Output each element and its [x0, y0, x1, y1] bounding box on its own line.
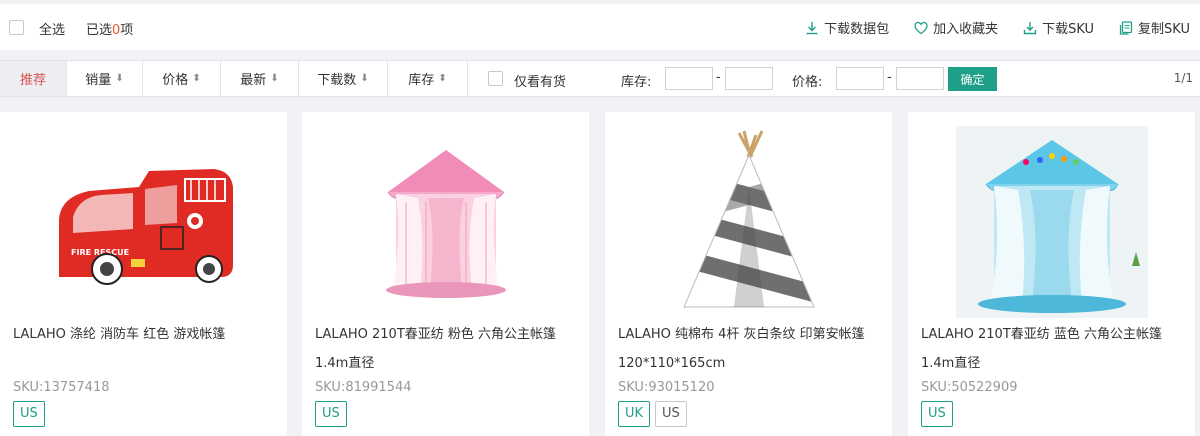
heart-icon: [914, 21, 928, 34]
download-icon: [806, 21, 818, 34]
sort-down-icon: ⬇: [115, 73, 124, 84]
product-sku: SKU:81991544: [315, 380, 412, 395]
product-title[interactable]: LALAHO 210T春亚纺 蓝色 六角公主帐篷 1.4m直径: [921, 320, 1186, 378]
sort-updown-icon: ⬍: [192, 73, 201, 84]
gray-striped-teepee-tent-image: [682, 130, 815, 308]
red-fire-truck-tent-image: FIRE RESCUE: [58, 169, 233, 285]
select-all-label[interactable]: 全选: [39, 19, 65, 38]
sort-newest[interactable]: 最新 ⬇: [221, 61, 299, 96]
product-card[interactable]: FIRE RESCUE LALAHO 涤纶 消防车 红色 游戏帐篷 SKU:13…: [0, 112, 287, 436]
site-tag-us: US: [315, 401, 347, 427]
product-card[interactable]: LALAHO 210T春亚纺 蓝色 六角公主帐篷 1.4m直径 SKU:5052…: [908, 112, 1195, 436]
product-title[interactable]: LALAHO 210T春亚纺 粉色 六角公主帐篷 1.4m直径: [315, 320, 580, 378]
stock-filter-label: 库存:: [621, 75, 652, 90]
range-dash: -: [716, 70, 721, 85]
product-tags: US: [315, 401, 347, 427]
sort-down-icon: ⬇: [360, 73, 369, 84]
download-tray-icon: [1023, 21, 1037, 34]
product-card[interactable]: LALAHO 纯棉布 4杆 灰白条纹 印第安帐篷120*110*165cm SK…: [605, 112, 892, 436]
sort-sales[interactable]: 销量 ⬇: [67, 61, 143, 96]
stock-max-input[interactable]: [725, 67, 773, 90]
confirm-filter-button[interactable]: 确定: [948, 67, 997, 91]
sort-updown-icon: ⬍: [438, 73, 447, 84]
price-min-input[interactable]: [836, 67, 884, 90]
page-indicator: 1/1: [1173, 71, 1193, 85]
product-tags: UK US: [618, 401, 687, 427]
product-sku: SKU:13757418: [13, 380, 110, 395]
product-image[interactable]: [908, 124, 1195, 320]
product-title[interactable]: LALAHO 涤纶 消防车 红色 游戏帐篷: [13, 320, 278, 349]
product-title[interactable]: LALAHO 纯棉布 4杆 灰白条纹 印第安帐篷120*110*165cm: [618, 320, 883, 378]
download-package-label: 下载数据包: [824, 22, 890, 37]
toolbar: 全选 已选0项 下载数据包 加入收藏夹 下载SKU 复制SKU: [0, 4, 1200, 50]
product-image[interactable]: [605, 124, 892, 320]
add-favorites-button[interactable]: 加入收藏夹: [913, 18, 998, 37]
product-image[interactable]: FIRE RESCUE: [0, 124, 287, 320]
download-sku-label: 下载SKU: [1042, 22, 1095, 37]
add-favorites-label: 加入收藏夹: [933, 22, 999, 37]
sort-label: 最新: [240, 73, 267, 88]
top-actions: 下载数据包 加入收藏夹 下载SKU 复制SKU: [780, 18, 1190, 37]
site-tag-uk: UK: [618, 401, 651, 427]
download-sku-button[interactable]: 下载SKU: [1022, 18, 1094, 37]
range-dash: -: [887, 70, 892, 85]
sort-label: 下载数: [317, 73, 357, 88]
selected-prefix: 已选: [86, 23, 113, 38]
filter-bar: 推荐 销量 ⬇ 价格 ⬍ 最新 ⬇ 下载数 ⬇ 库存 ⬍ 仅看有货 库存: - 价格: -…: [0, 60, 1200, 97]
sort-label: 推荐: [19, 73, 46, 88]
select-all-checkbox[interactable]: [9, 20, 24, 35]
instock-only-checkbox[interactable]: [488, 71, 503, 86]
copy-sku-label: 复制SKU: [1138, 22, 1190, 37]
sort-label: 销量: [85, 73, 112, 88]
product-sku: SKU:50522909: [921, 380, 1018, 395]
pink-hexagon-princess-tent-image: [385, 150, 506, 298]
sort-down-icon: ⬇: [270, 73, 279, 84]
sort-label: 价格: [162, 73, 189, 88]
product-card[interactable]: LALAHO 210T春亚纺 粉色 六角公主帐篷 1.4m直径 SKU:8199…: [302, 112, 589, 436]
copy-icon: [1119, 20, 1133, 35]
price-max-input[interactable]: [896, 67, 944, 90]
site-tag-us: US: [655, 401, 687, 427]
product-sku: SKU:93015120: [618, 380, 715, 395]
site-tag-us: US: [921, 401, 953, 427]
price-filter-label: 价格:: [792, 75, 823, 90]
stock-min-input[interactable]: [665, 67, 713, 90]
copy-sku-button[interactable]: 复制SKU: [1118, 18, 1190, 37]
sort-label: 库存: [408, 73, 435, 88]
sort-stock[interactable]: 库存 ⬍: [388, 61, 468, 96]
selected-count-text: 已选0项: [86, 19, 133, 38]
instock-only-label[interactable]: 仅看有货: [514, 71, 566, 90]
product-tags: US: [13, 401, 45, 427]
product-image[interactable]: [302, 124, 589, 320]
sort-recommended[interactable]: 推荐: [0, 61, 67, 96]
selected-suffix: 项: [120, 23, 134, 38]
sort-price[interactable]: 价格 ⬍: [143, 61, 221, 96]
sort-downloads[interactable]: 下载数 ⬇: [299, 61, 388, 96]
product-tags: US: [921, 401, 953, 427]
blue-hexagon-princess-tent-image: [955, 126, 1148, 318]
download-package-button[interactable]: 下载数据包: [804, 18, 889, 37]
site-tag-us: US: [13, 401, 45, 427]
